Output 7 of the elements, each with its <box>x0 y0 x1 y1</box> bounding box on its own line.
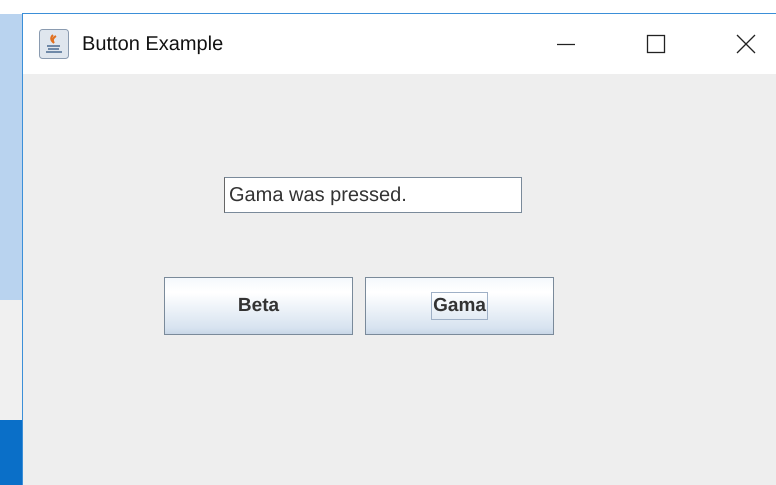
text-field[interactable]: Gama was pressed. <box>224 177 522 213</box>
close-icon[interactable] <box>736 34 756 54</box>
push-button[interactable]: Gama <box>365 277 554 335</box>
maximize-icon[interactable] <box>646 34 666 54</box>
coffee-cup-icon <box>39 29 69 59</box>
push-button[interactable]: Beta <box>164 277 353 335</box>
window-title: Button Example <box>82 32 224 56</box>
